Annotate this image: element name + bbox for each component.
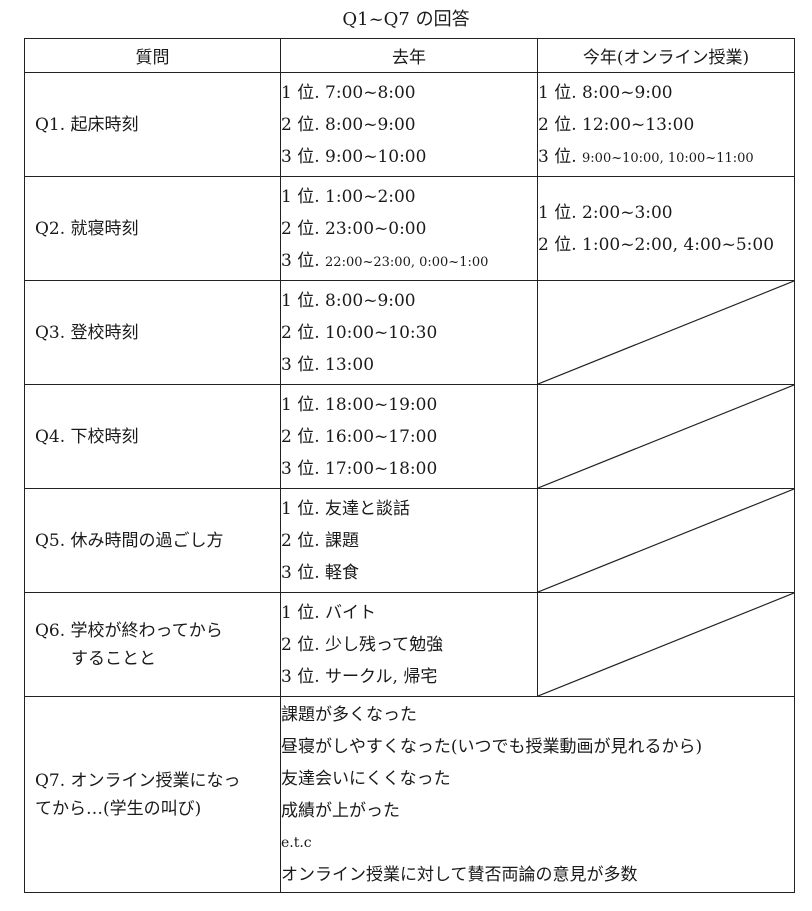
- answer-line: 1 位. 8:00~9:00: [538, 82, 673, 103]
- question-label: Q2. 就寝時刻: [35, 218, 139, 239]
- question-label-line2: てから…(学生の叫び): [35, 798, 202, 819]
- answer-small-text: 22:00~23:00, 0:00~1:00: [325, 254, 489, 270]
- table-row: Q6. 学校が終わってから することと 1 位. バイト 2 位. 少し残って勉…: [24, 592, 795, 697]
- header-row: 質問 去年 今年(オンライン授業): [24, 38, 795, 73]
- diagonal-slash: [538, 593, 794, 696]
- question-label: Q3. 登校時刻: [35, 322, 139, 343]
- answer-line: e.t.c: [281, 834, 312, 851]
- answer-line: オンライン授業に対して賛否両論の意見が多数: [281, 864, 638, 885]
- answer-line: 友達会いにくくなった: [281, 768, 451, 789]
- not-applicable-cell: [537, 384, 795, 489]
- answer-line: 1 位. 2:00~3:00: [538, 202, 673, 223]
- answer-line: 2 位. 8:00~9:00: [281, 114, 416, 135]
- table-row: Q4. 下校時刻 1 位. 18:00~19:00 2 位. 16:00~17:…: [24, 384, 795, 489]
- question-cell: Q2. 就寝時刻: [24, 176, 281, 281]
- table-row: Q5. 休み時間の過ごし方 1 位. 友達と談話 2 位. 課題 3 位. 軽食: [24, 488, 795, 593]
- this-year-cell: 1 位. 8:00~9:00 2 位. 12:00~13:00 3 位. 9:0…: [537, 72, 795, 177]
- answer-line: 3 位. 9:00~10:00, 10:00~11:00: [538, 141, 794, 173]
- question-label-line1: Q7. オンライン授業になっ: [35, 770, 241, 791]
- answer-line: 2 位. 16:00~17:00: [281, 426, 438, 447]
- question-cell: Q3. 登校時刻: [24, 280, 281, 385]
- not-applicable-cell: [537, 488, 795, 593]
- table-row: Q3. 登校時刻 1 位. 8:00~9:00 2 位. 10:00~10:30…: [24, 280, 795, 385]
- table-row: Q7. オンライン授業になっ てから…(学生の叫び) 課題が多くなった 昼寝がし…: [24, 696, 795, 893]
- table-caption: Q1~Q7 の回答: [342, 9, 470, 30]
- not-applicable-cell: [537, 280, 795, 385]
- question-label: Q5. 休み時間の過ごし方: [35, 530, 224, 551]
- answer-line: 1 位. 18:00~19:00: [281, 394, 438, 415]
- header-last-year: 去年: [280, 38, 538, 73]
- question-label: Q4. 下校時刻: [35, 426, 139, 447]
- table-row: Q1. 起床時刻 1 位. 7:00~8:00 2 位. 8:00~9:00 3…: [24, 72, 795, 177]
- answer-line: 2 位. 12:00~13:00: [538, 114, 695, 135]
- answer-line: 1 位. 友達と談話: [281, 498, 411, 519]
- answer-line: 成績が上がった: [281, 800, 400, 821]
- answer-line: 3 位. 13:00: [281, 354, 375, 375]
- answer-line: 2 位. 10:00~10:30: [281, 322, 438, 343]
- table-row: Q2. 就寝時刻 1 位. 1:00~2:00 2 位. 23:00~0:00 …: [24, 176, 795, 281]
- answer-line: 2 位. 1:00~2:00, 4:00~5:00: [538, 234, 775, 255]
- question-cell: Q5. 休み時間の過ごし方: [24, 488, 281, 593]
- answer-small-text: 9:00~10:00, 10:00~11:00: [582, 150, 754, 166]
- last-year-cell: 1 位. 7:00~8:00 2 位. 8:00~9:00 3 位. 9:00~…: [280, 72, 538, 177]
- rank-prefix: 3 位.: [538, 146, 577, 167]
- question-cell: Q7. オンライン授業になっ てから…(学生の叫び): [24, 696, 281, 893]
- diagonal-slash: [538, 385, 794, 488]
- answer-line: 1 位. 7:00~8:00: [281, 82, 416, 103]
- answer-line: 1 位. 8:00~9:00: [281, 290, 416, 311]
- question-label-line2: することと: [71, 648, 156, 669]
- last-year-cell: 1 位. バイト 2 位. 少し残って勉強 3 位. サークル, 帰宅: [280, 592, 538, 697]
- answer-line: 1 位. 1:00~2:00: [281, 186, 416, 207]
- question-label: Q1. 起床時刻: [35, 114, 139, 135]
- last-year-cell: 1 位. 1:00~2:00 2 位. 23:00~0:00 3 位. 22:0…: [280, 176, 538, 281]
- answers-table: 質問 去年 今年(オンライン授業) Q1. 起床時刻 1 位. 7:00~8:0…: [24, 38, 795, 893]
- question-cell: Q6. 学校が終わってから することと: [24, 592, 281, 697]
- header-this-year: 今年(オンライン授業): [537, 38, 795, 73]
- last-year-cell: 1 位. 8:00~9:00 2 位. 10:00~10:30 3 位. 13:…: [280, 280, 538, 385]
- diagonal-slash: [538, 489, 794, 592]
- header-question: 質問: [24, 38, 281, 73]
- answer-line: 1 位. バイト: [281, 602, 377, 623]
- question-cell: Q1. 起床時刻: [24, 72, 281, 177]
- not-applicable-cell: [537, 592, 795, 697]
- answer-line: 2 位. 課題: [281, 530, 360, 551]
- answer-line: 2 位. 23:00~0:00: [281, 218, 427, 239]
- question-cell: Q4. 下校時刻: [24, 384, 281, 489]
- last-year-cell: 1 位. 18:00~19:00 2 位. 16:00~17:00 3 位. 1…: [280, 384, 538, 489]
- answer-line: 3 位. 17:00~18:00: [281, 458, 438, 479]
- answer-line: 課題が多くなった: [281, 704, 417, 725]
- last-year-cell: 1 位. 友達と談話 2 位. 課題 3 位. 軽食: [280, 488, 538, 593]
- answer-line: 3 位. 9:00~10:00: [281, 146, 427, 167]
- answer-line: 昼寝がしやすくなった(いつでも授業動画が見れるから): [281, 736, 703, 757]
- combined-answer-cell: 課題が多くなった 昼寝がしやすくなった(いつでも授業動画が見れるから) 友達会い…: [280, 696, 795, 893]
- question-label-line1: Q6. 学校が終わってから: [35, 620, 223, 641]
- diagonal-slash: [538, 281, 794, 384]
- answer-line: 3 位. 軽食: [281, 562, 360, 583]
- answer-line: 2 位. 少し残って勉強: [281, 634, 444, 655]
- answer-line: 3 位. 22:00~23:00, 0:00~1:00: [281, 245, 537, 277]
- this-year-cell: 1 位. 2:00~3:00 2 位. 1:00~2:00, 4:00~5:00: [537, 176, 795, 281]
- answer-line: 3 位. サークル, 帰宅: [281, 666, 438, 687]
- rank-prefix: 3 位.: [281, 250, 320, 271]
